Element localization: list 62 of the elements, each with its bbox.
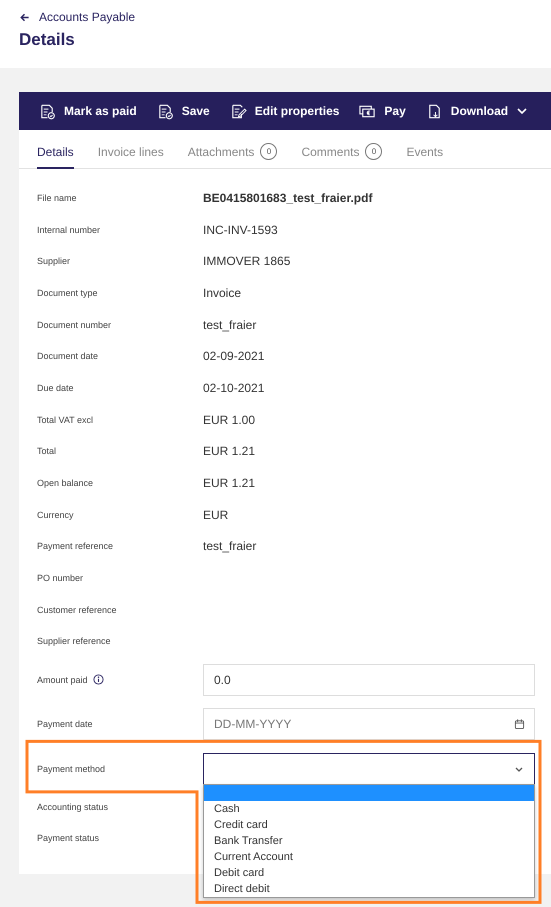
tab[interactable]: Attachments 0 [188, 136, 278, 169]
toolbar-button[interactable]: Download [416, 92, 538, 130]
field-label: Supplier reference [37, 636, 111, 646]
back-link[interactable]: Accounts Payable [39, 10, 136, 24]
cash-icon [359, 102, 376, 120]
count-badge: 0 [365, 143, 382, 160]
field-label: Due date [37, 382, 74, 393]
field-label: Internal number [37, 224, 100, 235]
field-label: Payment date [37, 719, 93, 730]
doc-pen-icon [230, 102, 247, 120]
field-value: EUR [203, 508, 228, 522]
count-badge: 0 [260, 143, 278, 160]
field-label: Document date [37, 351, 98, 362]
toolbar-button[interactable]: Mark as paid [29, 92, 147, 130]
field-value: 02-09-2021 [203, 349, 264, 364]
field-label: Total VAT excl [37, 414, 94, 425]
field-label: Payment method [37, 764, 106, 774]
field-label: Payment reference [37, 541, 114, 552]
tab[interactable]: Invoice lines [98, 136, 164, 169]
field-value: INC-INV-1593 [203, 222, 278, 237]
dropdown-option[interactable]: Direct debit [204, 881, 534, 898]
field-label: Amount paid [37, 674, 88, 685]
field-label: Currency [37, 510, 74, 520]
field-value: IMMOVER 1865 [203, 254, 290, 268]
page-title: Details [19, 30, 76, 50]
field-value: EUR 1.00 [203, 412, 256, 427]
tab[interactable]: Comments 0 [301, 136, 382, 169]
date-field[interactable]: DD-MM-YYYY [203, 708, 535, 740]
doc-check-icon [156, 102, 174, 120]
field-label: PO number [37, 573, 84, 584]
tab[interactable]: Details [37, 136, 74, 169]
field-value: BE0415801683_test_fraier.pdf [203, 190, 372, 205]
field-label: Payment status [37, 833, 100, 844]
toolbar-button[interactable]: Save [146, 92, 220, 130]
field-value: Invoice [203, 286, 242, 300]
dropdown-option[interactable]: Credit card [204, 817, 534, 834]
field-label: Customer reference [37, 604, 117, 615]
calendar-icon[interactable] [514, 718, 525, 730]
doc-check-icon [39, 102, 56, 120]
toolbar-button[interactable]: Pay [349, 92, 416, 130]
field-label: Document number [37, 320, 112, 330]
toolbar-button[interactable]: Edit properties [220, 92, 350, 130]
field-label: Supplier [37, 256, 70, 266]
tab[interactable]: Events [406, 136, 444, 169]
field-label: Open balance [37, 478, 94, 488]
info-icon[interactable] [92, 674, 104, 686]
field-label: Accounting status [37, 802, 108, 812]
field-value: 02-10-2021 [203, 380, 264, 395]
field-value: EUR 1.21 [203, 476, 256, 490]
back-arrow-icon[interactable] [19, 12, 30, 22]
field-value: test_fraier [203, 539, 256, 554]
dropdown-option[interactable]: Bank Transfer [204, 833, 534, 850]
field-value: EUR 1.21 [203, 444, 256, 458]
field-label: File name [37, 192, 77, 203]
select-field[interactable] [203, 752, 535, 785]
input-field[interactable]: 0.0 [204, 664, 534, 695]
field-value: test_fraier [203, 318, 256, 332]
dropdown-option[interactable]: Debit card [204, 865, 534, 882]
field-label: Total [37, 446, 56, 456]
dropdown-option[interactable]: Cash [204, 801, 534, 818]
field-label: Document type [37, 288, 98, 298]
dropdown-option[interactable]: Current Account [204, 849, 534, 866]
